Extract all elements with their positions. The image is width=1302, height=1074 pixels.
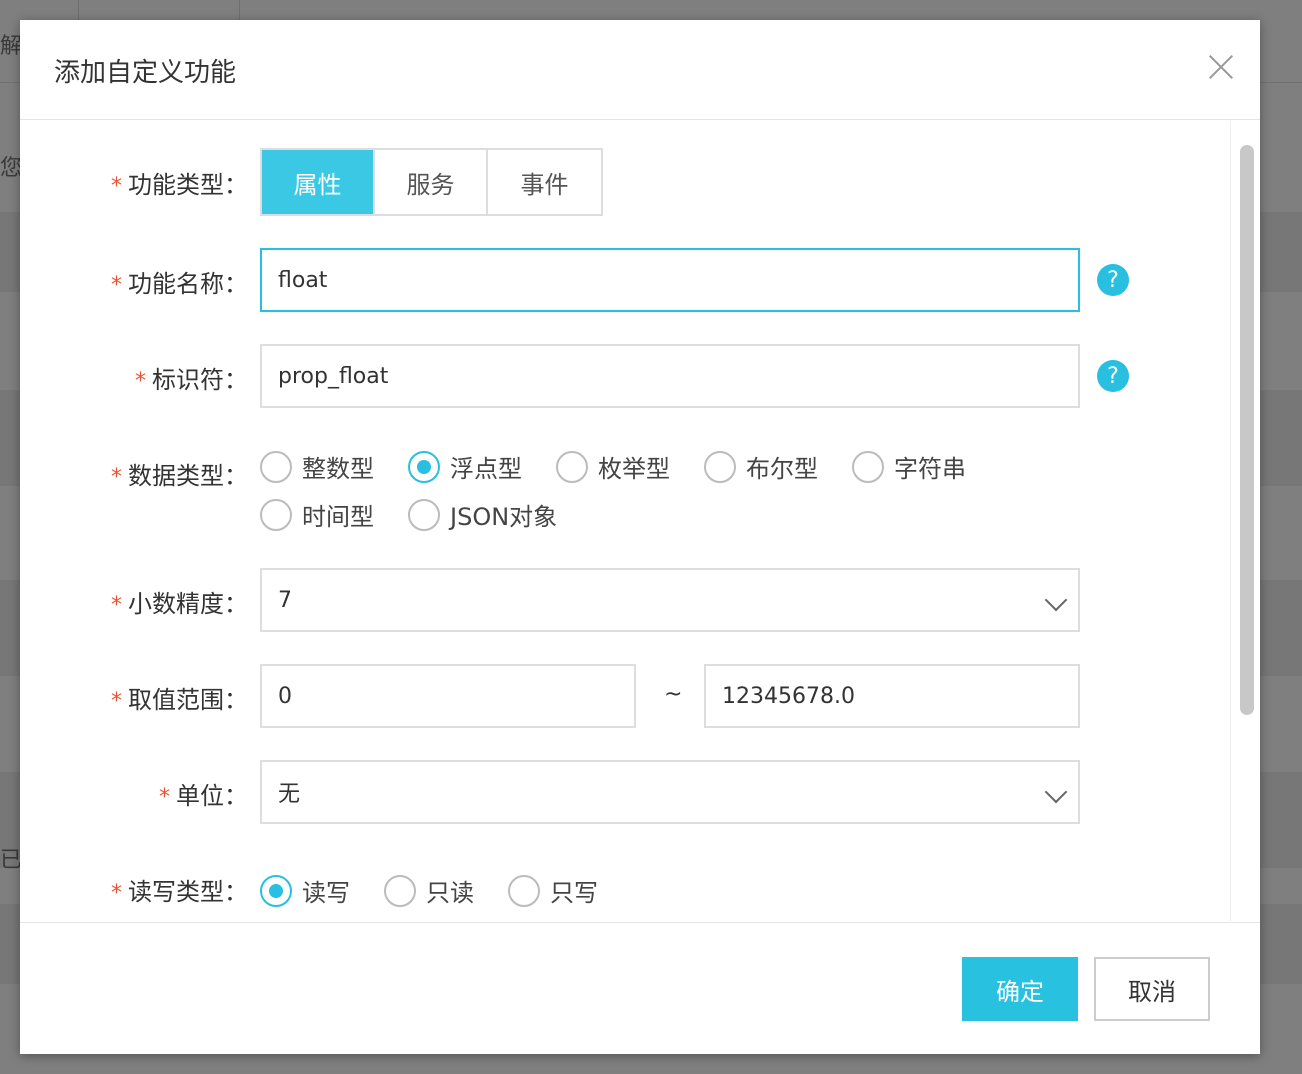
- chevron-down-icon: [1044, 780, 1068, 804]
- radio-icon: [408, 498, 440, 531]
- function-type-label: * 功能类型：: [111, 171, 248, 199]
- data-type-label: * 数据类型：: [111, 462, 248, 490]
- radio-icon: [260, 498, 292, 531]
- radio-icon: [704, 450, 736, 483]
- confirm-button[interactable]: 确定: [962, 957, 1078, 1021]
- radio-checked-icon: [260, 874, 292, 907]
- precision-select[interactable]: 7: [260, 568, 1080, 632]
- radio-json-object[interactable]: JSON对象: [408, 497, 557, 532]
- radio-icon: [384, 874, 416, 907]
- radio-icon: [508, 874, 540, 907]
- radio-write-only[interactable]: 只写: [508, 873, 598, 908]
- unit-label: * 单位：: [159, 782, 248, 810]
- range-min-input[interactable]: 0: [260, 664, 636, 728]
- radio-integer[interactable]: 整数型: [260, 449, 374, 484]
- rw-type-radio-group: 读写 只读 只写: [260, 873, 1000, 913]
- chevron-down-icon: [1044, 588, 1068, 612]
- identifier-input[interactable]: prop_float: [260, 344, 1080, 408]
- unit-select[interactable]: 无: [260, 760, 1080, 824]
- precision-label: * 小数精度：: [111, 590, 248, 618]
- precision-value: 7: [278, 587, 292, 613]
- radio-enum[interactable]: 枚举型: [556, 449, 670, 484]
- cancel-button[interactable]: 取消: [1094, 957, 1210, 1021]
- rw-type-label: * 读写类型：: [111, 878, 248, 906]
- dialog-title: 添加自定义功能: [54, 58, 237, 88]
- range-label: * 取值范围：: [111, 686, 248, 714]
- tab-service[interactable]: 服务: [375, 150, 488, 214]
- background-text: 解: [0, 34, 23, 59]
- radio-time[interactable]: 时间型: [260, 497, 374, 532]
- range-max-input[interactable]: 12345678.0: [704, 664, 1080, 728]
- dialog-header: 添加自定义功能: [20, 20, 1260, 120]
- tab-event[interactable]: 事件: [488, 150, 601, 214]
- radio-read-only[interactable]: 只读: [384, 873, 474, 908]
- function-name-label: * 功能名称：: [111, 270, 248, 298]
- data-type-radio-group: 整数型 浮点型 枚举型 布尔型 字符串 时间型 JSON对象: [260, 449, 1000, 549]
- radio-boolean[interactable]: 布尔型: [704, 449, 818, 484]
- range-separator: ~: [664, 682, 683, 707]
- unit-value: 无: [278, 782, 301, 807]
- identifier-label: * 标识符：: [135, 366, 248, 394]
- radio-icon: [556, 450, 588, 483]
- help-icon[interactable]: ?: [1097, 360, 1129, 392]
- add-custom-function-dialog: 添加自定义功能 *功能类型： 属性 服务 事件 *功能名称： float ?: [20, 20, 1260, 1054]
- radio-icon: [260, 450, 292, 483]
- function-name-input[interactable]: float: [260, 248, 1080, 312]
- help-icon[interactable]: ?: [1097, 264, 1129, 296]
- tab-property[interactable]: 属性: [262, 150, 375, 214]
- radio-icon: [852, 450, 884, 483]
- radio-checked-icon: [408, 450, 440, 483]
- radio-string[interactable]: 字符串: [852, 449, 966, 484]
- function-type-segmented: 属性 服务 事件: [260, 148, 603, 216]
- radio-float[interactable]: 浮点型: [408, 449, 522, 484]
- dialog-footer: 确定 取消: [20, 922, 1260, 1054]
- dialog-body: * 功能类型： 属性 服务 事件 * 功能名称： float ? * 标识符： pro…: [20, 121, 1260, 921]
- radio-read-write[interactable]: 读写: [260, 873, 350, 908]
- scrollbar-thumb[interactable]: [1240, 145, 1254, 715]
- close-icon[interactable]: [1208, 54, 1234, 80]
